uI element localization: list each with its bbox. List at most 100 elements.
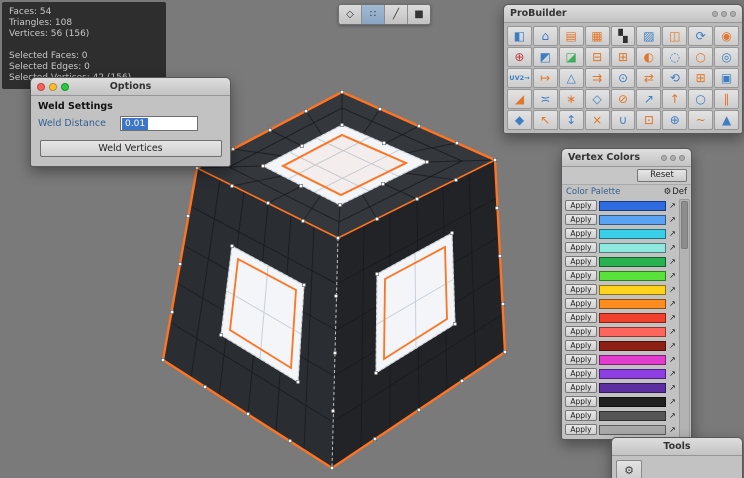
smoothing-preview-button[interactable]: ▲ <box>714 110 739 130</box>
tools-button[interactable]: ⚙ <box>616 460 642 478</box>
apply-color-button[interactable]: Apply <box>565 298 597 309</box>
window-control-dot[interactable] <box>730 11 736 17</box>
subdivide-object-button[interactable]: ⊞ <box>688 68 713 88</box>
shrink-selection-button[interactable]: ⊟ <box>585 47 610 67</box>
probuilderize-button[interactable]: ⟳ <box>688 26 713 46</box>
face-select-button[interactable]: ■ <box>408 5 430 24</box>
eyedropper-icon[interactable]: ↗ <box>668 341 677 350</box>
color-swatch[interactable] <box>599 229 666 239</box>
apply-color-button[interactable]: Apply <box>565 214 597 225</box>
eyedropper-icon[interactable]: ↗ <box>668 411 677 420</box>
apply-color-button[interactable]: Apply <box>565 340 597 351</box>
apply-color-button[interactable]: Apply <box>565 270 597 281</box>
delete-faces-button[interactable]: ⊘ <box>611 89 636 109</box>
eyedropper-icon[interactable]: ↗ <box>668 327 677 336</box>
eyedropper-icon[interactable]: ↗ <box>668 215 677 224</box>
apply-color-button[interactable]: Apply <box>565 368 597 379</box>
apply-color-button[interactable]: Apply <box>565 424 597 435</box>
color-swatch[interactable] <box>599 425 666 435</box>
color-swatch[interactable] <box>599 243 666 253</box>
invert-selection-button[interactable]: ◐ <box>636 47 661 67</box>
center-pivot-button[interactable]: ⊙ <box>611 68 636 88</box>
color-swatch[interactable] <box>599 285 666 295</box>
scrollbar-thumb[interactable] <box>681 201 688 249</box>
color-swatch[interactable] <box>599 257 666 267</box>
close-button[interactable] <box>37 83 45 91</box>
select-holes-button[interactable]: ◌ <box>662 47 687 67</box>
flip-normals-button[interactable]: ⟲ <box>662 68 687 88</box>
conform-normals-button[interactable]: ⇉ <box>585 68 610 88</box>
eyedropper-icon[interactable]: ↗ <box>668 355 677 364</box>
smart-merge-button[interactable]: ◫ <box>662 26 687 46</box>
insert-edge-loop-button[interactable]: ∥ <box>714 89 739 109</box>
weld-distance-input[interactable]: 0.01 <box>120 116 198 131</box>
color-swatch[interactable] <box>599 397 666 407</box>
eyedropper-icon[interactable]: ↗ <box>668 243 677 252</box>
vertex-colors-button[interactable]: ▨ <box>636 26 661 46</box>
bridge-edges-button[interactable]: ≍ <box>533 89 558 109</box>
apply-color-button[interactable]: Apply <box>565 284 597 295</box>
palette-preset-dropdown[interactable]: ⚙ Def <box>664 187 687 197</box>
merge-objects-button[interactable]: ▣ <box>714 68 739 88</box>
flip-face-edge-button[interactable]: ↕ <box>559 110 584 130</box>
offset-elements-button[interactable]: ↖ <box>533 110 558 130</box>
color-swatch[interactable] <box>599 201 666 211</box>
color-swatch[interactable] <box>599 369 666 379</box>
subdivide-edges-button[interactable]: ⊡ <box>636 110 661 130</box>
window-control-dot[interactable] <box>712 11 718 17</box>
window-control-dot[interactable] <box>679 155 685 161</box>
scrollbar[interactable] <box>679 199 690 438</box>
apply-color-button[interactable]: Apply <box>565 326 597 337</box>
select-by-material-button[interactable]: ◩ <box>533 47 558 67</box>
bevel-edges-button[interactable]: ◢ <box>507 89 532 109</box>
eyedropper-icon[interactable]: ↗ <box>668 229 677 238</box>
material-editor-button[interactable]: ▦ <box>585 26 610 46</box>
color-swatch[interactable] <box>599 299 666 309</box>
connect-elements-button[interactable]: ◇ <box>585 89 610 109</box>
color-swatch[interactable] <box>599 327 666 337</box>
zoom-button[interactable] <box>61 83 69 91</box>
poly-shape-button[interactable]: ⌂ <box>533 26 558 46</box>
color-swatch[interactable] <box>599 411 666 421</box>
apply-color-button[interactable]: Apply <box>565 256 597 267</box>
eyedropper-icon[interactable]: ↗ <box>668 257 677 266</box>
fill-hole-button[interactable]: ○ <box>688 89 713 109</box>
handle-orientation-button[interactable]: ⊕ <box>507 47 532 67</box>
eyedropper-icon[interactable]: ↗ <box>668 271 677 280</box>
split-vertices-button[interactable]: × <box>585 110 610 130</box>
apply-color-button[interactable]: Apply <box>565 242 597 253</box>
apply-color-button[interactable]: Apply <box>565 396 597 407</box>
bezier-shape-button[interactable]: ~ <box>688 110 713 130</box>
triangulate-button[interactable]: △ <box>559 68 584 88</box>
color-swatch[interactable] <box>599 341 666 351</box>
apply-color-button[interactable]: Apply <box>565 312 597 323</box>
select-hidden-button[interactable]: ◉ <box>714 26 739 46</box>
set-pivot-button[interactable]: ⊕ <box>662 110 687 130</box>
lightmap-uv-button[interactable]: UV2→ <box>507 68 532 88</box>
detach-faces-button[interactable]: ↗ <box>636 89 661 109</box>
object-select-button[interactable]: ◇ <box>339 5 362 24</box>
apply-color-button[interactable]: Apply <box>565 354 597 365</box>
mirror-objects-button[interactable]: ⇄ <box>636 68 661 88</box>
eyedropper-icon[interactable]: ↗ <box>668 397 677 406</box>
color-swatch[interactable] <box>599 383 666 393</box>
window-control-dot[interactable] <box>670 155 676 161</box>
apply-color-button[interactable]: Apply <box>565 382 597 393</box>
eyedropper-icon[interactable]: ↗ <box>668 383 677 392</box>
merge-faces-button[interactable]: ◆ <box>507 110 532 130</box>
extrude-faces-button[interactable]: ↑ <box>662 89 687 109</box>
uv-editor-button[interactable]: ▚ <box>611 26 636 46</box>
collapse-vertices-button[interactable]: ∗ <box>559 89 584 109</box>
eyedropper-icon[interactable]: ↗ <box>668 201 677 210</box>
window-control-dot[interactable] <box>721 11 727 17</box>
new-shape-button[interactable]: ◧ <box>507 26 532 46</box>
weld-vertices-button[interactable]: ∪ <box>611 110 636 130</box>
select-by-color-button[interactable]: ◪ <box>559 47 584 67</box>
color-swatch[interactable] <box>599 313 666 323</box>
eyedropper-icon[interactable]: ↗ <box>668 369 677 378</box>
eyedropper-icon[interactable]: ↗ <box>668 299 677 308</box>
color-swatch[interactable] <box>599 215 666 225</box>
eyedropper-icon[interactable]: ↗ <box>668 313 677 322</box>
edge-select-button[interactable]: ╱ <box>385 5 408 24</box>
vertex-select-button[interactable]: ∷ <box>362 5 385 24</box>
